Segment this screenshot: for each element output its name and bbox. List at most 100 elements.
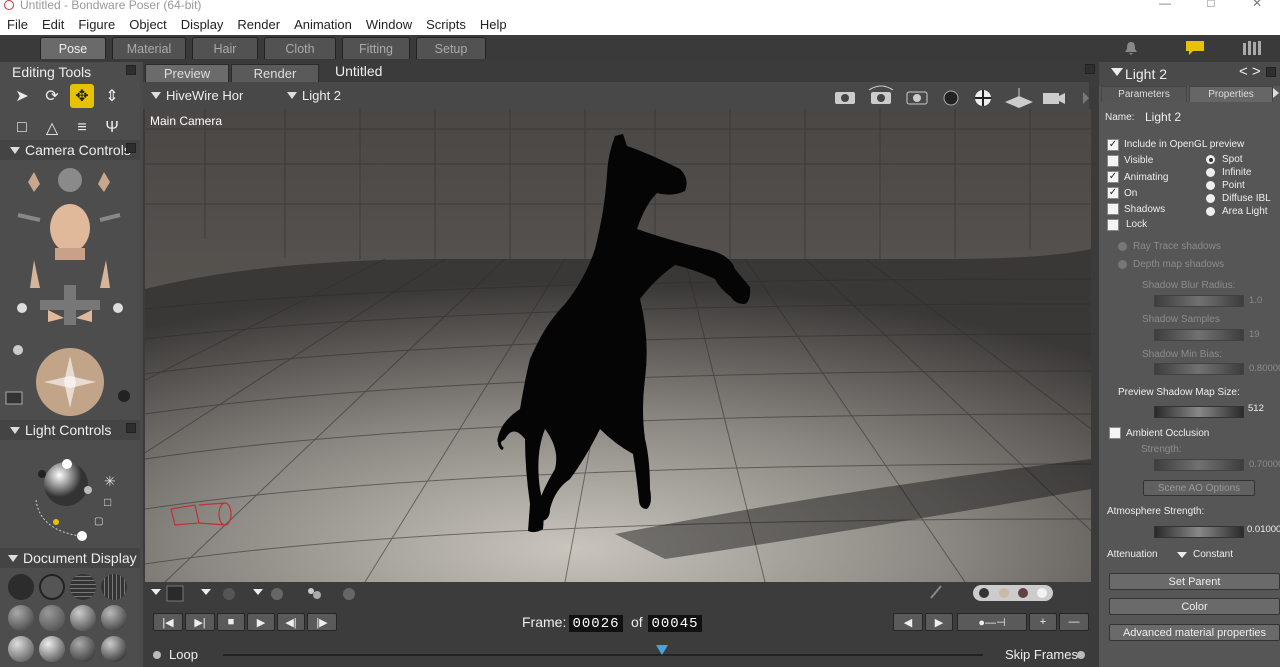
total-frames-field[interactable]: 00045 (648, 615, 702, 632)
tab-properties[interactable]: Properties (1189, 86, 1273, 102)
lock-checkbox[interactable] (1107, 219, 1119, 231)
on-checkbox[interactable]: ✓ (1107, 187, 1119, 199)
flat-shaded-style-icon[interactable] (39, 605, 65, 631)
texture-shaded-style-icon[interactable] (70, 636, 96, 662)
next-key-button[interactable]: |▶ (307, 613, 337, 631)
scale-tool-icon[interactable]: □ (10, 116, 34, 140)
floor-icon[interactable] (1005, 88, 1033, 108)
menu-scripts[interactable]: Scripts (419, 17, 473, 32)
figure-select[interactable]: HiveWire Hor (151, 88, 243, 103)
wireframe-style-icon[interactable] (70, 574, 96, 600)
menu-window[interactable]: Window (359, 17, 419, 32)
camera-list-icon[interactable] (1043, 93, 1065, 104)
flat-lined-style-icon[interactable] (70, 605, 96, 631)
menu-render[interactable]: Render (230, 17, 287, 32)
ray-trace-radio[interactable] (1118, 242, 1127, 251)
tab-preview[interactable]: Preview (145, 64, 229, 82)
timeline-track[interactable] (223, 654, 983, 656)
ambient-occlusion-checkbox[interactable] (1109, 427, 1121, 439)
bg-color-black[interactable] (979, 588, 989, 598)
tab-cloth[interactable]: Cloth (264, 37, 336, 59)
tab-pose[interactable]: Pose (40, 37, 106, 59)
rotate-tool-icon[interactable]: ⟳ (40, 84, 64, 108)
lit-wireframe-style-icon[interactable] (8, 605, 34, 631)
shadow-samples-dial[interactable] (1154, 329, 1244, 341)
ao-strength-dial[interactable] (1154, 459, 1244, 471)
camera-icon[interactable] (835, 92, 855, 104)
add-keyframe-button[interactable]: + (1029, 613, 1057, 631)
actor-select[interactable]: Light 2 (287, 88, 341, 103)
area-light-radio[interactable] (1206, 207, 1215, 216)
light-controls-widget[interactable]: ✳ □ ▢ (0, 440, 140, 550)
visible-checkbox[interactable] (1107, 155, 1119, 167)
scene-ao-options-button[interactable]: Scene AO Options (1143, 480, 1255, 496)
maximize-icon[interactable]: □ (1188, 0, 1234, 9)
collapse-icon[interactable] (126, 423, 136, 433)
menu-help[interactable]: Help (473, 17, 514, 32)
bg-color-white[interactable] (1037, 588, 1047, 598)
name-field[interactable]: Light 2 (1145, 110, 1181, 124)
camera-flyaround-icon[interactable] (868, 85, 894, 104)
ao-strength-value[interactable]: 0.70000 (1249, 459, 1280, 470)
preview-shadow-dial[interactable] (1154, 406, 1244, 418)
sphere-light-icon[interactable] (943, 90, 959, 106)
bell-icon[interactable] (1120, 39, 1142, 57)
atmosphere-dial[interactable] (1154, 526, 1244, 538)
depth-map-radio[interactable] (1118, 260, 1127, 269)
opengl-preview-checkbox[interactable]: ✓ (1107, 139, 1119, 151)
diffuse-ibl-radio[interactable] (1206, 194, 1215, 203)
play-button[interactable]: ▶ (247, 613, 275, 631)
camera-lock-icon[interactable] (906, 91, 928, 105)
color-button[interactable]: Color (1109, 598, 1280, 615)
menu-edit[interactable]: Edit (35, 17, 71, 32)
chat-icon[interactable] (1184, 39, 1206, 57)
menu-object[interactable]: Object (122, 17, 174, 32)
collapse-icon[interactable] (1266, 67, 1276, 77)
current-frame-field[interactable]: 00026 (569, 615, 623, 632)
keyframes-button[interactable]: ●—⊣ (957, 613, 1027, 631)
chain-break-icon[interactable]: ≡ (70, 116, 94, 140)
shadow-style-icon[interactable] (343, 588, 355, 600)
shadow-min-bias-value[interactable]: 0.80000 (1249, 363, 1280, 374)
attenuation-select[interactable]: Constant (1193, 549, 1233, 560)
minimize-icon[interactable]: — (1142, 0, 1188, 9)
preview-style-icon[interactable] (101, 636, 127, 662)
collapse-icon[interactable] (126, 65, 136, 75)
menu-display[interactable]: Display (174, 17, 231, 32)
shadow-blur-value[interactable]: 1.0 (1249, 295, 1262, 306)
set-parent-button[interactable]: Set Parent (1109, 573, 1280, 590)
cartoon-style-icon[interactable] (101, 605, 127, 631)
atmosphere-value[interactable]: 0.01000 (1247, 524, 1280, 535)
library-icon[interactable] (1242, 39, 1264, 57)
smooth-shaded-style-icon[interactable] (8, 636, 34, 662)
infinite-radio[interactable] (1206, 168, 1215, 177)
go-to-start-button[interactable]: |◀ (153, 613, 183, 631)
document-style-icon[interactable] (271, 588, 283, 600)
shadow-samples-value[interactable]: 19 (1249, 329, 1260, 340)
bg-color-tan[interactable] (999, 588, 1009, 598)
hidden-line-style-icon[interactable] (101, 574, 127, 600)
close-icon[interactable]: ✕ (1234, 0, 1280, 9)
shadows-checkbox[interactable] (1107, 203, 1119, 215)
dropdown-icon[interactable] (253, 589, 263, 595)
collapse-icon[interactable] (1085, 64, 1095, 74)
element-style-icon[interactable] (223, 588, 235, 600)
menu-file[interactable]: File (0, 17, 35, 32)
attenuation-dropdown-icon[interactable] (1177, 552, 1187, 558)
collapse-icon[interactable] (126, 143, 136, 153)
remove-keyframe-button[interactable]: — (1059, 613, 1089, 631)
tab-parameters[interactable]: Parameters (1101, 86, 1187, 102)
go-to-end-button[interactable]: ▶| (185, 613, 215, 631)
scroll-right-icon[interactable] (1083, 92, 1089, 104)
shadow-blur-dial[interactable] (1154, 295, 1244, 307)
tab-fitting[interactable]: Fitting (342, 37, 410, 59)
globe-icon[interactable] (975, 90, 991, 106)
skip-frames-radio[interactable] (1077, 651, 1085, 659)
spot-radio[interactable] (1206, 155, 1215, 164)
advanced-material-button[interactable]: Advanced material properties (1109, 624, 1280, 641)
3d-viewport[interactable]: Main Camera (145, 109, 1091, 582)
smooth-lined-style-icon[interactable] (39, 636, 65, 662)
select-tool-icon[interactable]: ➤ (10, 84, 34, 108)
bg-color-brown[interactable] (1018, 588, 1028, 598)
taper-tool-icon[interactable]: △ (40, 116, 64, 140)
